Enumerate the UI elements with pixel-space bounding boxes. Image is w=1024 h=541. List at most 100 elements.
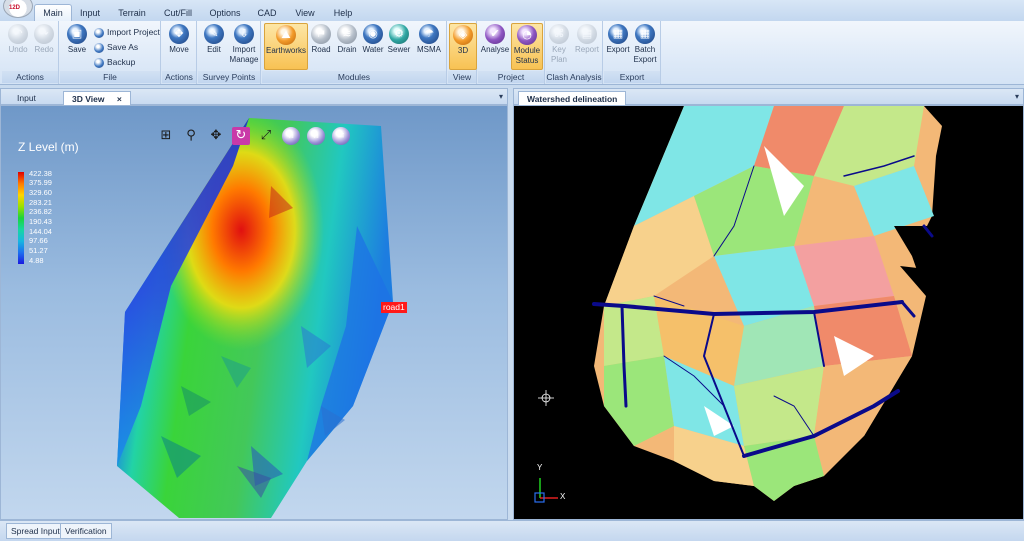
group-label-view: View <box>448 71 476 83</box>
redo-icon: ↷ <box>34 24 54 44</box>
terrain-3d-render <box>117 118 393 518</box>
ribbon-tab-bar: 12D Main Input Terrain Cut/Fill Options … <box>0 0 1024 22</box>
tab-main[interactable]: Main <box>34 4 72 22</box>
road-button[interactable]: ⚑ Road <box>308 23 334 54</box>
doc-tab-watershed-delineation[interactable]: Watershed delineation <box>518 91 627 106</box>
export-icon: ▦ <box>608 24 628 44</box>
legend-value: 144.04 <box>29 227 52 236</box>
doc-tab-3d-view[interactable]: 3D View × <box>63 91 131 106</box>
legend-title: Z Level (m) <box>18 140 79 154</box>
legend-value: 190.43 <box>29 217 52 226</box>
group-label-modules: Modules <box>262 71 446 83</box>
view-3d-button[interactable]: ◈ 3D <box>449 23 477 70</box>
axis-x-label: X <box>560 492 566 501</box>
right-pane-watershed: Watershed delineation ▾ Y X <box>513 88 1024 520</box>
import-project-icon <box>94 27 104 38</box>
group-label-export: Export <box>604 71 660 83</box>
layers-icon[interactable]: ≡ <box>332 127 350 145</box>
tab-options[interactable]: Options <box>206 5 244 21</box>
move-icon: ✥ <box>169 24 189 44</box>
axis-indicator-icon <box>534 478 558 503</box>
road-label[interactable]: road1 <box>381 302 407 313</box>
legend-value: 97.66 <box>29 236 48 245</box>
tab-input[interactable]: Input <box>74 5 106 21</box>
close-icon[interactable]: × <box>117 94 122 104</box>
save-icon: ▣ <box>67 24 87 44</box>
import-manage-button[interactable]: ⇩ Import Manage <box>229 23 259 64</box>
cube-3d-icon: ◈ <box>453 25 473 45</box>
ribbon: ↶ Undo ↷ Redo Actions ▣ Save Import Proj… <box>0 21 1024 85</box>
earthworks-icon: ⛰ <box>276 25 296 45</box>
tab-help[interactable]: Help <box>328 5 358 21</box>
group-label-clash-analysis: Clash Analysis <box>546 71 602 83</box>
bottom-tab-spread-input[interactable]: Spread Input <box>6 523 65 539</box>
move-button[interactable]: ✥ Move <box>166 23 192 54</box>
key-plan-button[interactable]: ⌘ Key Plan <box>546 23 572 64</box>
legend-value: 4.88 <box>29 256 44 265</box>
key-plan-icon: ⌘ <box>549 24 569 44</box>
legend-value: 51.27 <box>29 246 48 255</box>
group-label-file: File <box>60 71 160 83</box>
report-button[interactable]: ▤ Report <box>574 23 600 54</box>
backup-icon <box>94 57 104 68</box>
batch-export-button[interactable]: ▦ Batch Export <box>632 23 658 64</box>
group-label-actions-2: Actions <box>162 71 196 83</box>
tab-view[interactable]: View <box>290 5 320 21</box>
legend-value: 375.99 <box>29 178 52 187</box>
bottom-tab-bar: Spread Input Verification <box>0 520 1024 541</box>
analyse-button[interactable]: ✔ Analyse <box>480 23 510 54</box>
group-modules: ⛰ Earthworks ⚑ Road ≋ Drain ◉ Water ⚙ Se… <box>262 21 447 84</box>
tab-cut-fill[interactable]: Cut/Fill <box>158 5 198 21</box>
sewer-button[interactable]: ⚙ Sewer <box>386 23 412 54</box>
redo-button[interactable]: ↷ Redo <box>31 23 57 54</box>
undo-button[interactable]: ↶ Undo <box>5 23 31 54</box>
water-button[interactable]: ◉ Water <box>360 23 386 54</box>
tab-cad[interactable]: CAD <box>252 5 282 21</box>
drain-button[interactable]: ≋ Drain <box>334 23 360 54</box>
export-button[interactable]: ▦ Export <box>605 23 631 54</box>
group-survey-points: ✎ Edit ⇩ Import Manage Survey Points <box>198 21 261 84</box>
group-label-survey-points: Survey Points <box>198 71 260 83</box>
rotate-icon[interactable]: ↻ <box>232 127 250 145</box>
group-actions-move: ✥ Move Actions <box>162 21 197 84</box>
doc-tab-3d-view-label: 3D View <box>72 94 105 104</box>
legend-value: 283.21 <box>29 198 52 207</box>
backup-button[interactable]: Backup <box>94 55 135 69</box>
group-file: ▣ Save Import Project Save As Backup Fil… <box>60 21 161 84</box>
long-section-icon[interactable]: ⋔ <box>307 127 325 145</box>
earthworks-button[interactable]: ⛰ Earthworks <box>264 23 308 70</box>
app-logo[interactable]: 12D <box>3 0 33 18</box>
batch-export-icon: ▦ <box>635 24 655 44</box>
import-project-button[interactable]: Import Project <box>94 25 160 39</box>
save-button[interactable]: ▣ Save <box>64 23 90 54</box>
group-clash-analysis: ⌘ Key Plan ▤ Report Clash Analysis <box>546 21 603 84</box>
pan-icon[interactable]: ✥ <box>207 127 225 145</box>
edit-button[interactable]: ✎ Edit <box>201 23 227 54</box>
bottom-tab-verification[interactable]: Verification <box>60 523 112 539</box>
watershed-viewport[interactable]: Y X <box>513 105 1024 520</box>
analyse-icon: ✔ <box>485 24 505 44</box>
pane-menu-chevron-down-icon[interactable]: ▾ <box>1015 92 1019 101</box>
zoom-window-icon[interactable]: ⊞ <box>157 127 175 145</box>
save-as-icon <box>94 42 104 53</box>
msma-button[interactable]: ☂ MSMA <box>414 23 444 54</box>
fit-extents-icon[interactable]: ⤢ <box>257 127 275 145</box>
viewport-3d[interactable]: Z Level (m) 422.38 375.99 329.60 283.21 … <box>0 105 508 520</box>
legend-value: 422.38 <box>29 169 52 178</box>
legend-color-bar <box>18 172 24 264</box>
section-view-icon[interactable]: ⋔ <box>282 127 300 145</box>
tab-terrain[interactable]: Terrain <box>114 5 150 21</box>
zoom-icon[interactable]: ⚲ <box>182 127 200 145</box>
group-export: ▦ Export ▦ Batch Export Export <box>604 21 661 84</box>
legend-value: 236.82 <box>29 207 52 216</box>
save-as-button[interactable]: Save As <box>94 40 138 54</box>
pane-menu-chevron-down-icon[interactable]: ▾ <box>499 92 503 101</box>
right-doc-tabs: Watershed delineation ▾ <box>513 88 1024 106</box>
edit-icon: ✎ <box>204 24 224 44</box>
module-status-button[interactable]: ◔ Module Status <box>511 23 543 70</box>
watershed-map <box>534 106 944 503</box>
group-actions-undo: ↶ Undo ↷ Redo Actions <box>2 21 59 84</box>
legend-value: 329.60 <box>29 188 52 197</box>
doc-tab-input[interactable]: Input <box>9 91 44 105</box>
water-icon: ◉ <box>363 24 383 44</box>
